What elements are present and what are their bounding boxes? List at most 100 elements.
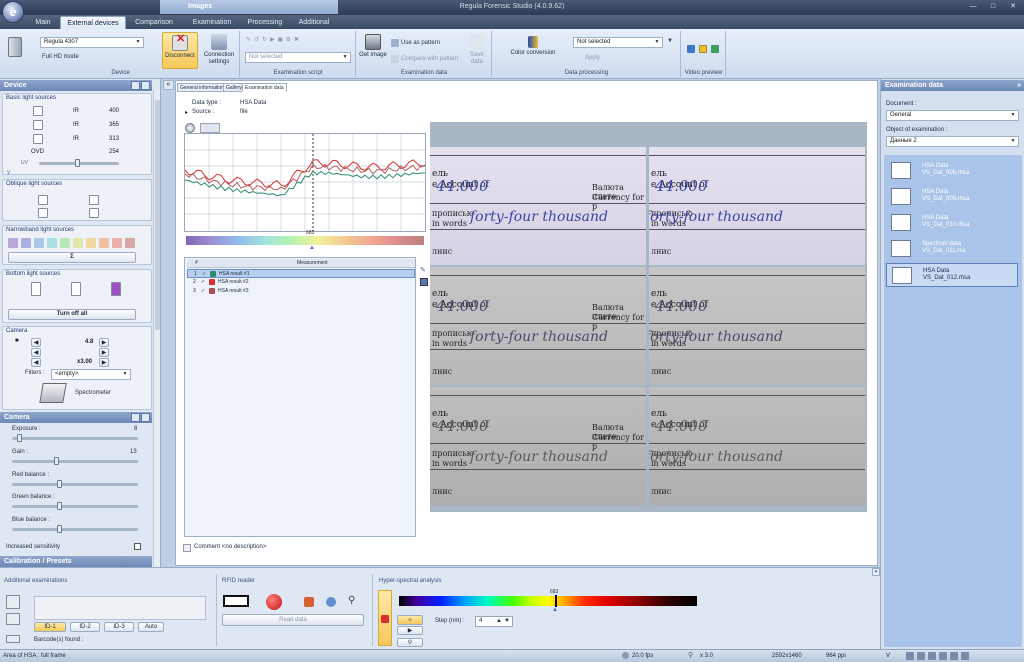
- hsa-image-tile[interactable]: ельe Account of44.000Валюта платеCurrenc…: [430, 267, 646, 385]
- bottom-lamp-icon[interactable]: [71, 282, 81, 296]
- edit-icon[interactable]: ✎: [420, 266, 428, 274]
- list-item-selected[interactable]: HSA Data VS_Dat_012.rhsa: [886, 263, 1018, 287]
- left-panel-scrollbar[interactable]: [153, 90, 160, 566]
- preview-active-icon[interactable]: [699, 45, 707, 53]
- spectrometer-icon[interactable]: [39, 383, 67, 403]
- table-row[interactable]: 1 ✓ HSA result #1: [187, 269, 415, 278]
- narrowband-chip[interactable]: [34, 238, 44, 248]
- tab-comparison[interactable]: Comparison: [128, 16, 180, 29]
- processing-dropdown-icon[interactable]: ▼: [667, 38, 673, 44]
- narrowband-chip[interactable]: [112, 238, 122, 248]
- id3-button[interactable]: ID-3: [104, 622, 134, 632]
- expand-source-icon[interactable]: ▸: [185, 109, 188, 116]
- chart-view-icon[interactable]: [200, 123, 220, 133]
- bottom-lamp-icon[interactable]: [31, 282, 41, 296]
- increase-icon[interactable]: ▶: [99, 338, 109, 347]
- list-item[interactable]: Spectrum data VS_Dat_011.rsa: [886, 237, 1018, 261]
- table-row[interactable]: 3 ✓ HSA result #3: [187, 287, 415, 296]
- decrease-icon[interactable]: ◀: [31, 348, 41, 357]
- hsa-play-button[interactable]: ▶: [397, 626, 423, 635]
- minimize-icon[interactable]: —: [968, 2, 978, 11]
- id1-button[interactable]: ID-1: [34, 622, 66, 632]
- close-icon[interactable]: ✕: [1008, 2, 1018, 11]
- device-combo[interactable]: Regula 4307 ▼: [40, 37, 144, 48]
- get-image-button[interactable]: Get image: [359, 34, 387, 59]
- checkbox-icon[interactable]: ✓: [201, 287, 205, 296]
- filters-combo[interactable]: <empty> ▼: [51, 369, 131, 380]
- preview-fit-icon[interactable]: [711, 45, 719, 53]
- disconnect-button[interactable]: ✕ Disconnect: [162, 32, 198, 69]
- list-item[interactable]: HSA Data VS_Dat_005.rhsa: [886, 159, 1018, 183]
- collapse-right-icon[interactable]: »: [1017, 80, 1021, 91]
- exposure-slider[interactable]: [12, 434, 138, 442]
- hsa-chart[interactable]: [184, 133, 426, 232]
- record-icon[interactable]: [266, 594, 282, 610]
- id2-button[interactable]: ID-2: [70, 622, 100, 632]
- lamp-icon[interactable]: [33, 134, 43, 144]
- hsa-image-tile[interactable]: ельe Account of44.000Валюта платеCurrenc…: [649, 267, 865, 385]
- oblique-lamp-icon[interactable]: [89, 195, 99, 205]
- save-data-button[interactable]: Save data: [465, 34, 489, 66]
- use-as-pattern-button[interactable]: Use as pattern: [391, 39, 440, 47]
- narrowband-chip[interactable]: [8, 238, 18, 248]
- processing-combo[interactable]: Not selected ▼: [573, 37, 663, 48]
- narrowband-chip[interactable]: [86, 238, 96, 248]
- spectrometer-label[interactable]: Spectrometer: [75, 390, 111, 396]
- hsa-marker-triangle-icon[interactable]: ▲: [552, 607, 558, 613]
- oblique-lamp-icon[interactable]: [38, 208, 48, 218]
- color-conversion-button[interactable]: Color conversion: [509, 36, 557, 57]
- exam-script-combo[interactable]: Not selected ▼: [245, 52, 351, 63]
- green-balance-slider[interactable]: [12, 502, 138, 510]
- status-tool-icon[interactable]: [917, 652, 925, 660]
- narrowband-chip[interactable]: [99, 238, 109, 248]
- status-tool-icon[interactable]: [961, 652, 969, 660]
- bottom-lamp-uv-icon[interactable]: [111, 282, 121, 296]
- gain-slider[interactable]: [12, 457, 138, 465]
- tab-main[interactable]: Main: [28, 16, 58, 29]
- comment-value[interactable]: <no description>: [222, 544, 266, 550]
- oblique-lamp-icon[interactable]: [89, 208, 99, 218]
- list-item[interactable]: HSA Data VS_Dat_009.rhsa: [886, 185, 1018, 209]
- increased-sensitivity-checkbox[interactable]: [134, 543, 141, 550]
- document-combo[interactable]: General ▼: [886, 110, 1019, 121]
- chart-marker-icon[interactable]: ▲: [309, 245, 315, 251]
- narrowband-chip[interactable]: [60, 238, 70, 248]
- pin-icon[interactable]: [141, 81, 150, 90]
- lamp-icon[interactable]: [33, 120, 43, 130]
- rfid-card-icon[interactable]: [223, 595, 249, 607]
- auto-button[interactable]: Auto: [138, 622, 164, 632]
- collapse-icon[interactable]: [131, 81, 140, 90]
- lamp-icon[interactable]: [33, 106, 43, 116]
- tab-additional[interactable]: Additional: [290, 16, 338, 29]
- turn-off-all-button[interactable]: Turn off all: [8, 309, 136, 320]
- narrowband-chip[interactable]: [73, 238, 83, 248]
- scanner-icon[interactable]: [6, 595, 20, 609]
- blue-balance-slider[interactable]: [12, 525, 138, 533]
- compare-with-pattern-button[interactable]: Compare with pattern: [391, 55, 458, 63]
- decrease-icon[interactable]: ◀: [31, 358, 41, 367]
- link-icon[interactable]: [326, 597, 336, 607]
- read-data-button[interactable]: Read data: [222, 614, 364, 626]
- hsa-marker-line[interactable]: [555, 595, 557, 607]
- barcode-reader-icon[interactable]: [6, 613, 20, 625]
- collapse-left-icon[interactable]: «: [163, 80, 174, 90]
- status-tool-icon[interactable]: [928, 652, 936, 660]
- hsa-image-grid[interactable]: ель e Account of 44.000 Валюта плате Currenc…: [430, 122, 867, 512]
- table-row[interactable]: 2 ✓ HSA result #2: [187, 278, 415, 287]
- collapse-icon[interactable]: [131, 413, 140, 422]
- pin-icon[interactable]: [141, 413, 150, 422]
- tab-processing[interactable]: Processing: [242, 16, 288, 29]
- hsa-zoom-button[interactable]: ⚲: [397, 638, 423, 647]
- preview-layout-icon[interactable]: [687, 45, 695, 53]
- oblique-lamp-icon[interactable]: [38, 195, 48, 205]
- maximize-icon[interactable]: □: [988, 2, 998, 11]
- narrowband-chip[interactable]: [125, 238, 135, 248]
- checkbox-icon[interactable]: ✓: [201, 278, 205, 287]
- apply-button[interactable]: Apply: [585, 55, 600, 61]
- tab-examination[interactable]: Examination: [184, 16, 240, 29]
- chart-tool-icon[interactable]: [185, 123, 195, 133]
- tab-examination-data[interactable]: Examination data: [242, 83, 287, 92]
- increase-icon[interactable]: ▶: [99, 348, 109, 357]
- red-balance-slider[interactable]: [12, 480, 138, 488]
- tab-external-devices[interactable]: External devices: [60, 16, 126, 29]
